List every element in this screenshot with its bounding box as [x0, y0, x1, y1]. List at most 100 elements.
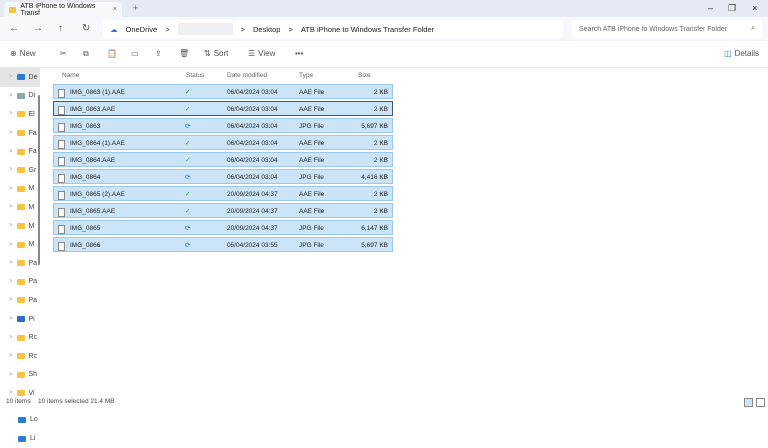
- chevron-right-icon[interactable]: >: [9, 353, 13, 359]
- new-tab-button[interactable]: +: [133, 3, 138, 13]
- paste-icon[interactable]: 📋: [107, 49, 117, 58]
- more-button[interactable]: •••: [295, 49, 303, 58]
- rename-icon[interactable]: ▭: [131, 49, 139, 58]
- chevron-right-icon[interactable]: >: [9, 316, 13, 322]
- back-button[interactable]: ←: [9, 23, 19, 34]
- file-type: AAE File: [299, 208, 325, 215]
- delete-icon[interactable]: 🗑: [179, 49, 189, 58]
- cut-icon[interactable]: ✂: [60, 49, 67, 58]
- chevron-right-icon[interactable]: >: [9, 297, 13, 303]
- copy-icon[interactable]: ⧉: [83, 49, 89, 59]
- chevron-right-icon[interactable]: >: [9, 242, 13, 248]
- plus-circle-icon: ⊕: [10, 49, 17, 58]
- sidebar-item[interactable]: > Fa: [0, 142, 40, 161]
- column-type[interactable]: Type: [299, 72, 313, 79]
- file-row[interactable]: IMG_0864 (1).AAE ✓ 06/04/2024 03:04 AAE …: [53, 135, 393, 150]
- sidebar-item[interactable]: > Pa: [0, 291, 40, 310]
- tiles-view-button[interactable]: [756, 398, 765, 407]
- sort-button[interactable]: ⇅ Sort: [204, 49, 228, 58]
- folder-icon: [16, 148, 25, 155]
- sidebar-item[interactable]: > M: [0, 217, 40, 236]
- file-row[interactable]: IMG_0864.AAE ✓ 06/04/2024 03:04 AAE File…: [53, 152, 393, 167]
- sidebar-item-bottom[interactable]: Lo: [0, 411, 40, 430]
- sidebar-item-label: Rc: [28, 334, 38, 342]
- chevron-right-icon[interactable]: >: [9, 74, 13, 80]
- sidebar-item[interactable]: > M: [0, 198, 40, 217]
- crumb-desktop[interactable]: Desktop: [253, 25, 281, 34]
- crumb-onedrive[interactable]: OneDrive: [126, 25, 158, 34]
- file-row[interactable]: IMG_0865 ⟳ 20/09/2024 04:37 JPG File 6,1…: [53, 220, 393, 235]
- file-row[interactable]: IMG_0865.AAE ✓ 20/09/2024 04:37 AAE File…: [53, 203, 393, 218]
- file-row[interactable]: IMG_0863 (1).AAE ✓ 06/04/2024 03:04 AAE …: [53, 84, 393, 99]
- sidebar-item[interactable]: > De: [0, 68, 40, 87]
- file-name: IMG_0866: [70, 242, 101, 249]
- file-size: 2 KB: [373, 140, 388, 147]
- file-icon: [58, 191, 65, 200]
- breadcrumb[interactable]: ☁ OneDrive > > Desktop > ATB iPhone to W…: [103, 20, 563, 38]
- chevron-right-icon[interactable]: >: [9, 372, 13, 378]
- minimize-button[interactable]: –: [708, 3, 713, 13]
- file-row[interactable]: IMG_0865 (2).AAE ✓ 20/09/2024 04:37 AAE …: [53, 186, 393, 201]
- folder-icon: [16, 241, 25, 248]
- refresh-button[interactable]: ↻: [82, 23, 90, 34]
- file-list: Name Status Date modified Type Size IMG_…: [44, 68, 768, 394]
- sidebar-item[interactable]: > Rc: [0, 328, 40, 347]
- chevron-right-icon[interactable]: >: [9, 204, 13, 210]
- folder-icon: [9, 6, 17, 13]
- file-date: 20/09/2024 04:37: [227, 191, 278, 198]
- file-row[interactable]: IMG_0863.AAE ✓ 06/04/2024 03:04 AAE File…: [53, 101, 393, 116]
- file-row[interactable]: IMG_0864 ⟳ 06/04/2024 03:04 JPG File 4,4…: [53, 169, 393, 184]
- view-button[interactable]: ☰ View: [248, 49, 275, 58]
- chevron-right-icon[interactable]: >: [9, 111, 13, 117]
- crumb-folder[interactable]: ATB iPhone to Windows Transfer Folder: [301, 25, 434, 34]
- sidebar-item-label: Pa: [28, 296, 38, 304]
- details-button[interactable]: ◫ Details: [724, 49, 759, 58]
- sidebar-item[interactable]: > M: [0, 180, 40, 199]
- sidebar-scrollbar[interactable]: [38, 95, 40, 265]
- column-status[interactable]: Status: [186, 72, 204, 79]
- sidebar-item[interactable]: > Pa: [0, 254, 40, 273]
- sidebar-item[interactable]: > Pi: [0, 310, 40, 329]
- sidebar-item-label: El: [28, 110, 35, 118]
- close-button[interactable]: ×: [752, 3, 757, 13]
- file-size: 2 KB: [373, 89, 388, 96]
- file-type: JPG File: [299, 174, 324, 181]
- file-date: 20/09/2024 04:37: [227, 225, 278, 232]
- folder-icon: [16, 92, 25, 99]
- details-view-button[interactable]: [744, 398, 753, 407]
- share-icon[interactable]: ⇪: [155, 49, 162, 58]
- file-type: AAE File: [299, 157, 325, 164]
- column-name[interactable]: Name: [62, 72, 79, 79]
- sidebar-item[interactable]: > Pa: [0, 273, 40, 292]
- view-icon: ☰: [248, 49, 256, 58]
- maximize-button[interactable]: ❐: [728, 3, 736, 14]
- sidebar-item[interactable]: > M: [0, 235, 40, 254]
- chevron-right-icon[interactable]: >: [9, 279, 13, 285]
- forward-button[interactable]: →: [33, 23, 43, 34]
- chevron-right-icon[interactable]: >: [9, 93, 13, 99]
- chevron-right-icon[interactable]: >: [9, 223, 13, 229]
- sidebar-item[interactable]: > Di: [0, 87, 40, 106]
- file-row[interactable]: IMG_0863 ⟳ 06/04/2024 03:04 JPG File 5,6…: [53, 118, 393, 133]
- chevron-right-icon[interactable]: >: [9, 167, 13, 173]
- sidebar-item[interactable]: > Sh: [0, 366, 40, 385]
- new-button[interactable]: ⊕ New: [10, 49, 36, 58]
- sidebar-item[interactable]: > Rc: [0, 347, 40, 366]
- sidebar-item-label: Lo: [30, 416, 38, 424]
- chevron-right-icon[interactable]: >: [9, 130, 13, 136]
- up-button[interactable]: ↑: [58, 23, 63, 34]
- chevron-right-icon[interactable]: >: [9, 335, 13, 341]
- chevron-right-icon[interactable]: >: [9, 186, 13, 192]
- sidebar-item[interactable]: > Fa: [0, 124, 40, 143]
- chevron-right-icon[interactable]: >: [9, 260, 13, 266]
- sidebar-item[interactable]: > El: [0, 105, 40, 124]
- search-input[interactable]: Search ATB iPhone to Windows Transfer Fo…: [572, 20, 762, 38]
- column-size[interactable]: Size: [358, 72, 371, 79]
- tab-active[interactable]: ATB iPhone to Windows Transf ×: [4, 2, 122, 17]
- sidebar-item[interactable]: > Gr: [0, 161, 40, 180]
- tab-close-button[interactable]: ×: [113, 6, 117, 13]
- sidebar-item-bottom[interactable]: Li: [0, 429, 40, 448]
- file-row[interactable]: IMG_0866 ⟳ 05/04/2024 03:55 JPG File 5,6…: [53, 237, 393, 252]
- column-date[interactable]: Date modified: [227, 72, 267, 79]
- chevron-right-icon[interactable]: >: [9, 149, 13, 155]
